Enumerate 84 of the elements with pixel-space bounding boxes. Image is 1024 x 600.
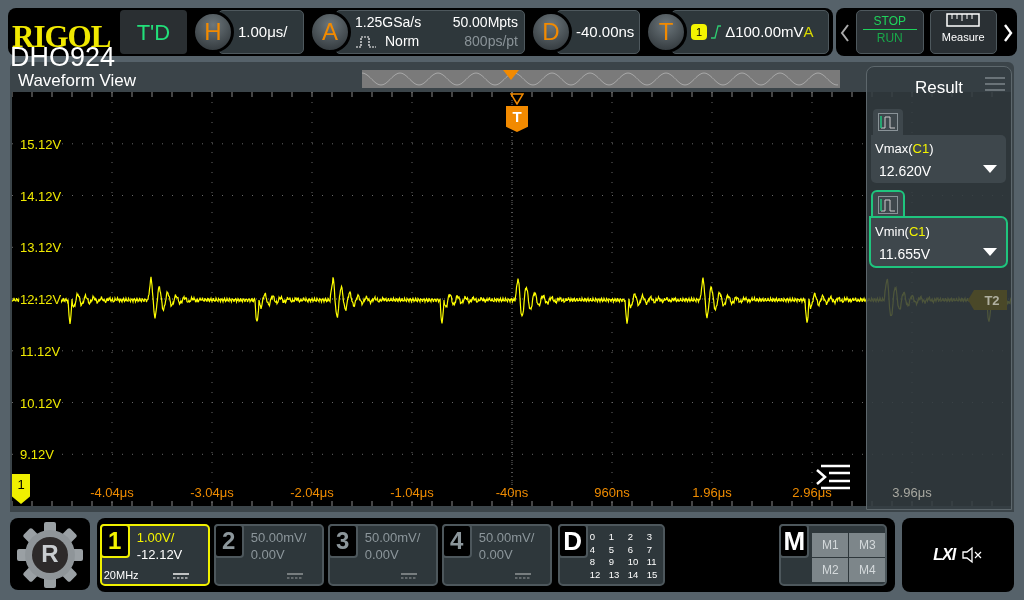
- view-title: Waveform View: [18, 70, 137, 93]
- pulse-icon: [355, 35, 377, 48]
- channel-button[interactable]: 1 1.00V/ -12.12V 20MHz: [99, 524, 210, 586]
- lxi-label: LXI: [933, 545, 956, 565]
- bit-label: 0: [589, 531, 597, 544]
- measurement-value: 12.620V: [879, 161, 932, 181]
- voltage-label: 15.12V: [20, 136, 62, 152]
- bit-label: 7: [646, 543, 654, 556]
- measure-button[interactable]: Measure: [929, 10, 997, 54]
- time-label: 3.96μs: [892, 485, 932, 500]
- dropdown-icon[interactable]: [983, 165, 997, 173]
- measurement-label: Vmax(C1): [875, 140, 935, 158]
- bit-label: 3: [646, 531, 654, 544]
- time-label: -40ns: [495, 485, 529, 500]
- bit-label: 15: [646, 568, 659, 581]
- rising-edge-icon: [710, 24, 723, 40]
- trigger-sweep: A: [803, 21, 814, 42]
- dropdown-icon[interactable]: [983, 248, 997, 256]
- bit-label: 2: [627, 531, 635, 544]
- voltage-label: 9.12V: [20, 447, 54, 463]
- dc-coupling-icon: [171, 573, 190, 580]
- mode-button[interactable]: T'D: [119, 10, 187, 54]
- voltage-label: 11.12V: [20, 343, 61, 359]
- bit-label: 9: [608, 556, 616, 569]
- time-label: 2.96μs: [792, 485, 832, 500]
- time-label: -4.04μs: [90, 485, 134, 500]
- sample-rate: 1.25GSa/s: [355, 13, 422, 32]
- voltage-label: 10.12V: [20, 395, 62, 411]
- measurement-value: 11.655V: [879, 244, 931, 264]
- memory-depth: 50.00Mpts: [452, 13, 518, 32]
- measurement-icon: [878, 113, 898, 131]
- acquire-mode: Norm: [385, 32, 420, 51]
- measurement-label: Vmin(C1): [875, 223, 931, 241]
- channel-offset: 0.00V: [478, 546, 514, 563]
- channel-scale: 50.00mV/: [250, 529, 307, 546]
- channel-offset: 0.00V: [250, 546, 286, 563]
- time-label: -1.04μs: [390, 485, 434, 500]
- bit-label: 4: [589, 543, 597, 556]
- voltage-label: 14.12V: [20, 188, 62, 204]
- bit-label: 8: [589, 556, 597, 569]
- menu-icon[interactable]: [816, 464, 852, 490]
- time-label: -2.04μs: [290, 485, 334, 500]
- cursor-marker[interactable]: T2: [968, 290, 1007, 310]
- math-button[interactable]: M: [779, 524, 810, 558]
- bit-label: 12: [589, 568, 602, 581]
- channel-offset: -12.12V: [136, 546, 183, 563]
- channel-button[interactable]: 4 50.00mV/ 0.00V: [441, 524, 552, 586]
- channel-button[interactable]: 2 50.00mV/ 0.00V: [213, 524, 324, 586]
- bit-label: 14: [627, 568, 640, 581]
- bit-label: 6: [627, 543, 635, 556]
- measurement-tab[interactable]: [873, 109, 903, 135]
- channel-scale: 50.00mV/: [364, 529, 421, 546]
- time-label: 1.96μs: [692, 485, 732, 500]
- bit-label: 13: [608, 568, 621, 581]
- sample-interval: 800ps/pt: [463, 32, 518, 51]
- channel-offset: 0.00V: [364, 546, 400, 563]
- bit-label: 11: [646, 556, 658, 569]
- bandwidth-limit: 20MHz: [103, 567, 139, 583]
- voltage-label: 13.12V: [20, 240, 62, 256]
- time-label: 960ns: [594, 485, 630, 500]
- digital-channel-button[interactable]: D 0 1 2 3 4 5 6 7 8 9 10 11 12 13 14 15: [557, 524, 665, 586]
- channel-scale: 1.00V/: [136, 529, 176, 546]
- channel-marker[interactable]: 1: [12, 474, 30, 504]
- bit-label: 1: [608, 531, 616, 544]
- run-stop-button[interactable]: STOP RUN: [856, 10, 924, 54]
- muted-speaker-icon[interactable]: [961, 546, 984, 564]
- trigger-position-icon: [510, 93, 524, 105]
- dc-coupling-icon: [285, 573, 304, 580]
- measurement-card[interactable]: Vmin(C1) 11.655V: [871, 218, 1006, 266]
- channel-button[interactable]: 3 50.00mV/ 0.00V: [327, 524, 438, 586]
- ruler-icon: [946, 13, 981, 27]
- dc-coupling-icon: [399, 573, 418, 580]
- channel-scale: 50.00mV/: [478, 529, 535, 546]
- panel-title: Result: [914, 78, 964, 97]
- bit-label: 5: [608, 543, 616, 556]
- time-label: -3.04μs: [190, 485, 234, 500]
- trigger-level[interactable]: Δ100.00mV: [725, 20, 804, 44]
- trigger-source-badge: 1: [691, 24, 708, 40]
- app-menu-button[interactable]: R: [10, 518, 90, 590]
- measurement-card[interactable]: Vmax(C1) 12.620V: [871, 135, 1006, 183]
- dc-coupling-icon: [513, 573, 532, 580]
- measurement-tab[interactable]: [873, 192, 903, 218]
- measurement-icon: [878, 196, 898, 214]
- bit-label: 10: [627, 556, 640, 569]
